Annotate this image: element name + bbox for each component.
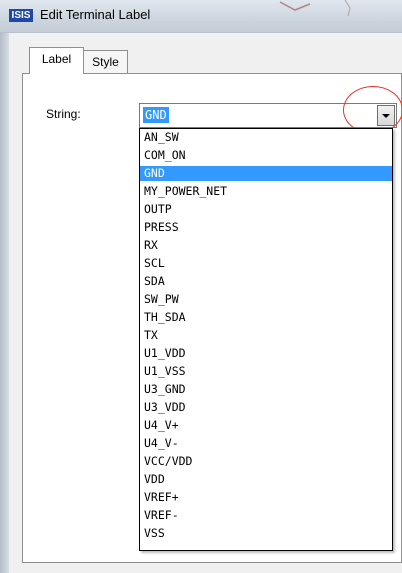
string-combobox-value[interactable]: GND <box>143 107 169 123</box>
dropdown-option[interactable]: AN_SW <box>140 130 392 145</box>
dropdown-option[interactable]: TX <box>140 328 392 343</box>
dropdown-option[interactable]: VCC/VDD <box>140 454 392 469</box>
dropdown-option[interactable]: SDA <box>140 274 392 289</box>
window-border-left <box>0 33 9 573</box>
dropdown-option[interactable]: SW_PW <box>140 292 392 307</box>
tab-style[interactable]: Style <box>83 50 128 73</box>
dropdown-option[interactable]: U3_VDD <box>140 400 392 415</box>
dropdown-option[interactable]: VSS <box>140 526 392 541</box>
title-bar[interactable]: ISIS Edit Terminal Label <box>0 0 402 33</box>
chevron-down-icon <box>382 114 390 118</box>
window-title: Edit Terminal Label <box>40 7 151 22</box>
dropdown-option[interactable]: U1_VDD <box>140 346 392 361</box>
dropdown-option-selected[interactable]: GND <box>140 166 392 181</box>
edit-terminal-label-dialog: ISIS Edit Terminal Label Style Label Str… <box>0 0 402 573</box>
string-dropdown-list[interactable]: AN_SW COM_ON GND MY_POWER_NET OUTP PRESS… <box>139 128 393 551</box>
dropdown-option[interactable]: VREF+ <box>140 490 392 505</box>
tab-label[interactable]: Label <box>29 47 84 74</box>
isis-app-icon: ISIS <box>9 9 33 22</box>
dropdown-option[interactable]: COM_ON <box>140 148 392 163</box>
dropdown-option[interactable]: RX <box>140 238 392 253</box>
dropdown-option[interactable]: PRESS <box>140 220 392 235</box>
dropdown-option[interactable]: SCL <box>140 256 392 271</box>
dropdown-option[interactable]: U3_GND <box>140 382 392 397</box>
background-schematic-lines <box>279 0 351 17</box>
dropdown-toggle-button[interactable] <box>377 105 395 126</box>
dropdown-option[interactable]: U4_V+ <box>140 418 392 433</box>
dropdown-option[interactable]: TH_SDA <box>140 310 392 325</box>
dropdown-option[interactable]: U1_VSS <box>140 364 392 379</box>
dropdown-option[interactable]: MY_POWER_NET <box>140 184 392 199</box>
string-combobox[interactable]: GND <box>139 103 397 128</box>
string-field-label: String: <box>46 107 81 121</box>
dropdown-option[interactable]: VDD <box>140 472 392 487</box>
dropdown-option[interactable]: VREF- <box>140 508 392 523</box>
dropdown-option[interactable]: OUTP <box>140 202 392 217</box>
dropdown-option[interactable]: U4_V- <box>140 436 392 451</box>
